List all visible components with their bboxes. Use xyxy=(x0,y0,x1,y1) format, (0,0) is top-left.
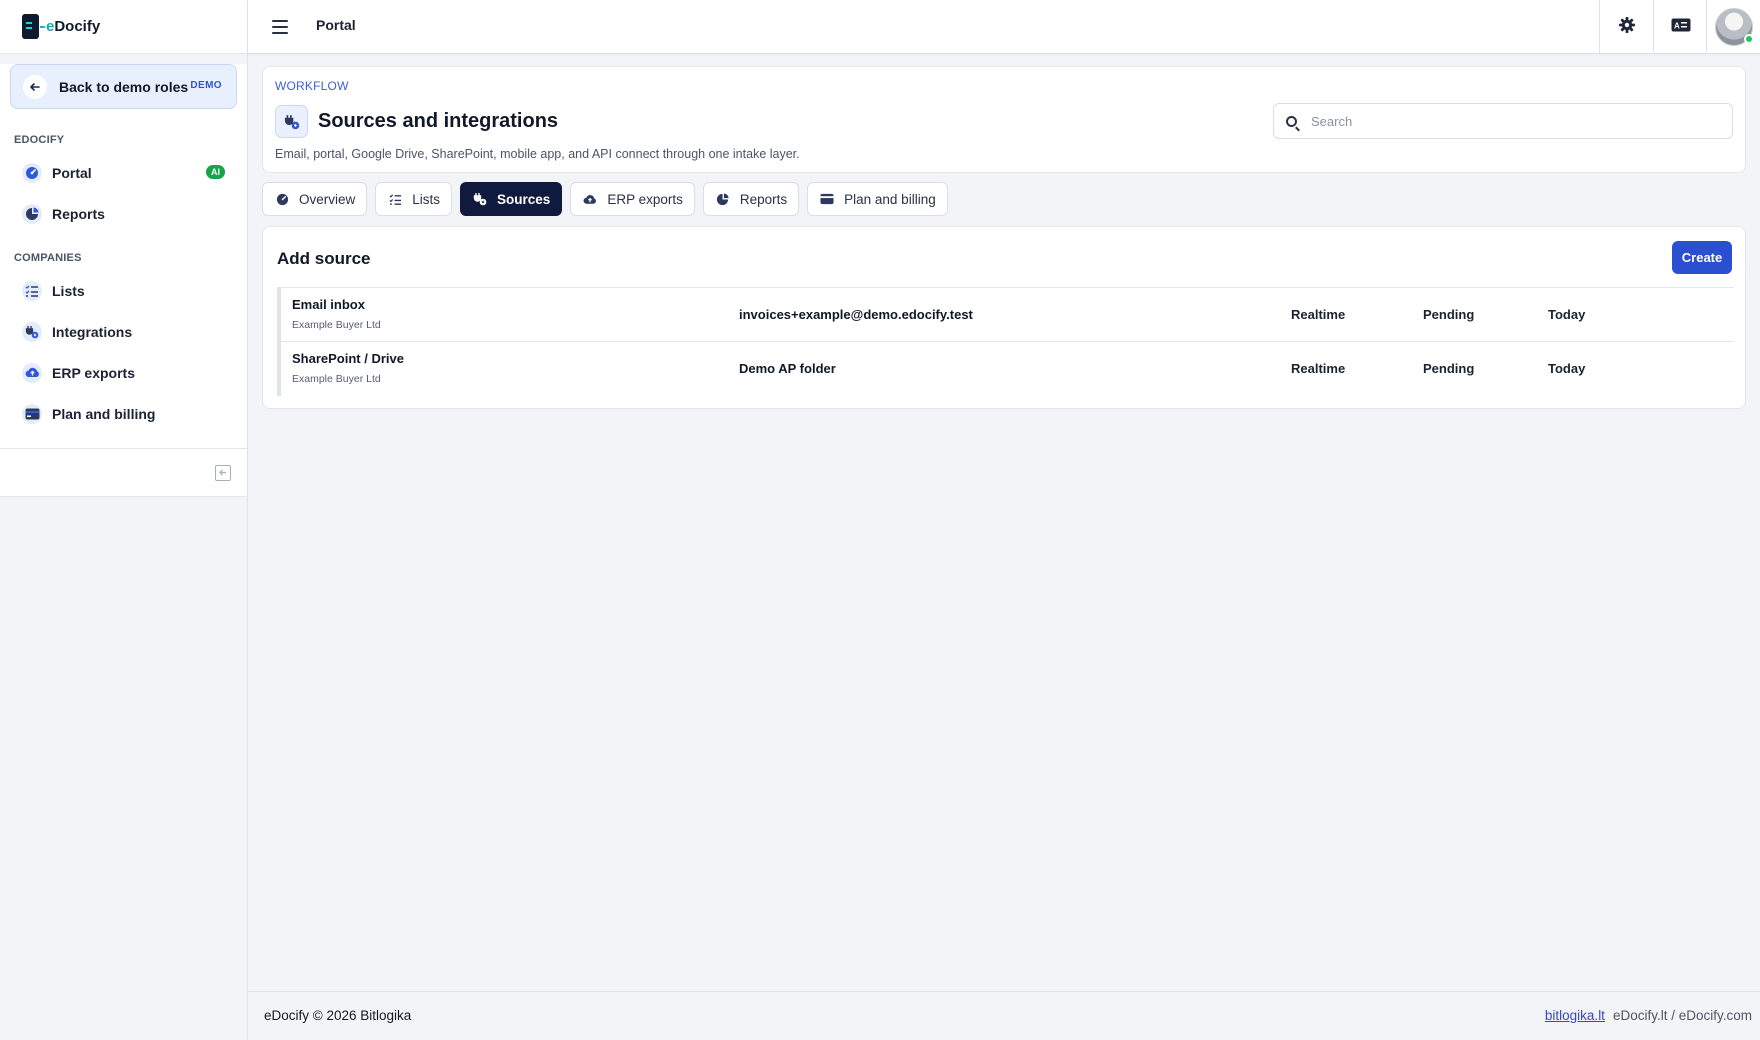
eyebrow-label: WORKFLOW xyxy=(275,79,349,93)
id-card-icon: A xyxy=(1671,18,1691,37)
search-icon xyxy=(1286,115,1297,127)
page-subtitle: Email, portal, Google Drive, SharePoint,… xyxy=(275,147,800,161)
sources-list: Email inbox Example Buyer Ltd invoices+e… xyxy=(277,287,1734,396)
cloud-upload-icon xyxy=(583,192,597,206)
source-mode: Realtime xyxy=(1291,361,1346,376)
source-status: Pending xyxy=(1423,307,1475,322)
logo-icon xyxy=(22,14,39,39)
list-icon xyxy=(388,192,402,206)
create-button[interactable]: Create xyxy=(1672,241,1732,274)
logo-name: Docify xyxy=(54,18,101,35)
gauge-icon xyxy=(22,162,42,183)
source-target: invoices+example@demo.edocify.test xyxy=(739,307,973,322)
tab-label: Plan and billing xyxy=(844,191,936,207)
plug-icon xyxy=(275,105,308,138)
source-company: Example Buyer Ltd xyxy=(292,373,381,385)
tab-label: Reports xyxy=(739,191,788,207)
footer-copyright: © 2026 Bitlogika xyxy=(312,1008,412,1023)
online-status-icon xyxy=(1743,34,1754,44)
credit-card-icon xyxy=(22,403,42,424)
source-mode: Realtime xyxy=(1291,307,1346,322)
tab-plan-and-billing[interactable]: Plan and billing xyxy=(807,182,948,216)
tab-sources[interactable]: Sources xyxy=(460,182,563,216)
user-menu-button[interactable] xyxy=(1706,0,1760,54)
back-to-demo-roles-button[interactable]: Back to demo roles DEMO xyxy=(10,64,237,109)
source-date: Today xyxy=(1548,307,1586,322)
page-breadcrumb: Portal xyxy=(316,17,356,33)
tab-lists[interactable]: Lists xyxy=(375,182,453,216)
arrow-left-icon xyxy=(23,74,47,99)
plug-icon xyxy=(22,321,42,342)
demo-badge: DEMO xyxy=(190,80,222,91)
sidebar-item-portal[interactable]: Portal AI xyxy=(0,152,247,193)
ai-badge: AI xyxy=(206,165,225,179)
source-target: Demo AP folder xyxy=(739,361,836,376)
tab-reports[interactable]: Reports xyxy=(702,182,800,216)
sidebar-item-lists[interactable]: Lists xyxy=(0,270,247,311)
section-title-companies: COMPANIES xyxy=(14,252,82,264)
sidebar-item-label: ERP exports xyxy=(52,364,135,381)
source-name: Email inbox xyxy=(292,297,365,312)
tab-label: Lists xyxy=(412,191,441,207)
gauge-icon xyxy=(275,192,289,206)
tab-label: ERP exports xyxy=(607,191,683,207)
tab-bar: Overview Lists Sources ERP exports Repor… xyxy=(262,182,948,216)
sidebar-item-label: Lists xyxy=(52,282,85,299)
credit-card-icon xyxy=(820,192,834,206)
settings-button[interactable] xyxy=(1599,0,1653,54)
gear-icon xyxy=(1618,16,1636,39)
logo[interactable]: eDocify xyxy=(0,0,247,54)
sidebar-item-reports[interactable]: Reports xyxy=(0,193,247,234)
section-title-edocify: EDOCIFY xyxy=(14,134,65,146)
source-company: Example Buyer Ltd xyxy=(292,319,381,331)
pie-chart-icon xyxy=(716,192,730,206)
footer-domains: eDocify.lt / eDocify.com xyxy=(1612,1008,1752,1023)
source-status: Pending xyxy=(1423,361,1475,376)
back-button-label: Back to demo roles xyxy=(59,78,189,95)
page-header: WORKFLOW Sources and integrations Email,… xyxy=(262,66,1746,173)
source-name: SharePoint / Drive xyxy=(292,351,404,366)
list-icon xyxy=(22,280,42,301)
sidebar-item-plan-and-billing[interactable]: Plan and billing xyxy=(0,393,247,434)
sidebar-item-erp-exports[interactable]: ERP exports xyxy=(0,352,247,393)
search-input[interactable] xyxy=(1311,113,1711,129)
svg-text:A: A xyxy=(1674,21,1680,30)
tab-label: Overview xyxy=(299,191,356,207)
cloud-upload-icon xyxy=(22,362,42,383)
sources-card: Add source Create Email inbox Example Bu… xyxy=(262,226,1746,409)
search-box xyxy=(1273,103,1733,139)
list-item[interactable]: SharePoint / Drive Example Buyer Ltd Dem… xyxy=(277,342,1734,396)
plug-icon xyxy=(473,192,487,206)
card-title: Add source xyxy=(277,249,371,268)
sidebar: eDocify Back to demo roles DEMO EDOCIFY … xyxy=(0,0,248,1040)
page-title: Sources and integrations xyxy=(318,110,559,132)
pie-chart-icon xyxy=(22,203,42,224)
footer: eDocify © 2026 Bitlogika bitlogika.lt eD… xyxy=(248,991,1760,1040)
avatar xyxy=(1714,8,1754,46)
tab-overview[interactable]: Overview xyxy=(262,182,368,216)
footer-brand: eDocify xyxy=(264,1008,310,1023)
source-date: Today xyxy=(1548,361,1586,376)
sidebar-item-integrations[interactable]: Integrations xyxy=(0,311,247,352)
tab-label: Sources xyxy=(497,191,551,207)
collapse-sidebar-icon[interactable] xyxy=(215,465,231,481)
sidebar-item-label: Reports xyxy=(52,205,105,222)
language-button[interactable]: A xyxy=(1653,0,1707,54)
menu-icon[interactable] xyxy=(272,20,288,34)
sidebar-item-label: Integrations xyxy=(52,323,133,340)
sidebar-item-label: Plan and billing xyxy=(52,405,156,422)
topbar: Portal A xyxy=(248,0,1760,54)
tab-erp-exports[interactable]: ERP exports xyxy=(570,182,695,216)
list-item[interactable]: Email inbox Example Buyer Ltd invoices+e… xyxy=(277,288,1734,342)
footer-link-bitlogika[interactable]: bitlogika.lt xyxy=(1545,1008,1605,1023)
sidebar-item-label: Portal xyxy=(52,164,92,181)
